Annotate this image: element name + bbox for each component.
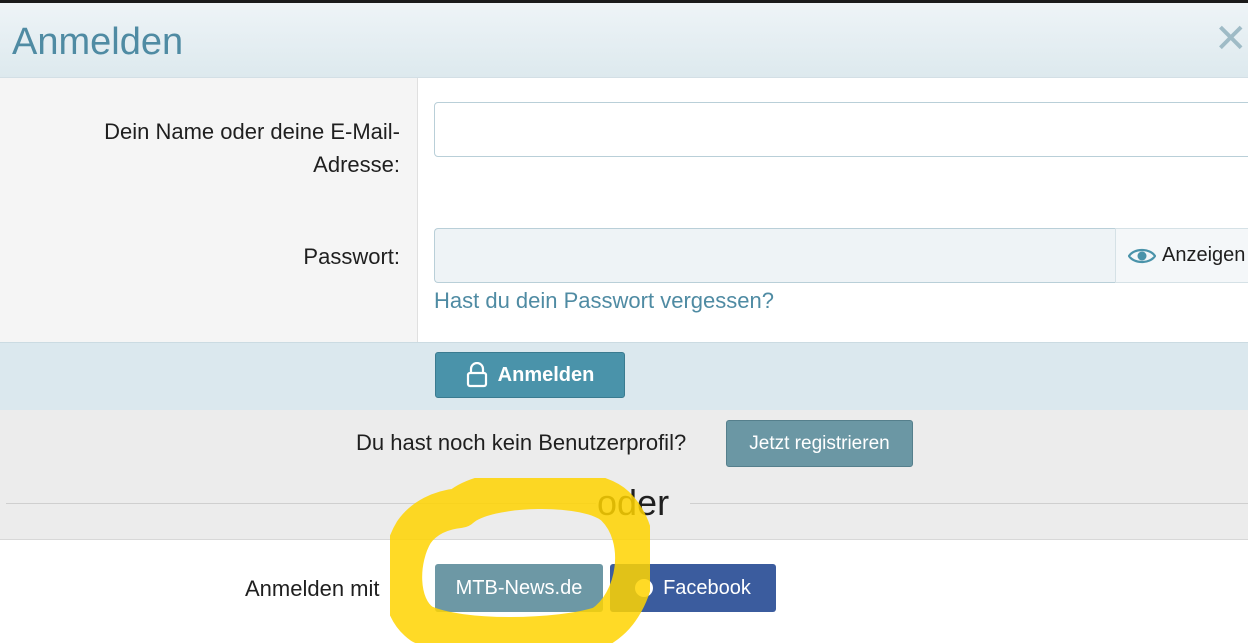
- facebook-login-label: Facebook: [663, 576, 751, 599]
- facebook-icon: [635, 579, 654, 597]
- show-password-button[interactable]: Anzeigen: [1115, 228, 1248, 283]
- password-input[interactable]: [434, 228, 1116, 283]
- separator-line-left: [6, 503, 596, 504]
- register-button[interactable]: Jetzt registrieren: [726, 420, 913, 467]
- name-email-input[interactable]: [434, 102, 1248, 157]
- name-email-label: Dein Name oder deine E-Mail-Adresse:: [104, 119, 400, 177]
- or-separator-text: oder: [597, 482, 670, 523]
- eye-icon: [1128, 248, 1156, 263]
- password-label: Passwort:: [303, 244, 400, 269]
- show-password-label: Anzeigen: [1162, 244, 1246, 266]
- separator-line-right: [690, 503, 1248, 504]
- login-with-label: Anmelden mit: [245, 576, 380, 601]
- facebook-login-button[interactable]: Facebook: [610, 564, 776, 612]
- dialog-title: Anmelden: [12, 21, 184, 63]
- lock-icon: [466, 362, 487, 388]
- login-button[interactable]: Anmelden: [435, 352, 625, 398]
- login-button-label: Anmelden: [497, 363, 595, 386]
- mtb-news-login-button[interactable]: MTB-News.de: [435, 564, 603, 612]
- forgot-password-link[interactable]: Hast du dein Passwort vergessen?: [434, 288, 774, 314]
- close-icon[interactable]: ✕: [1214, 19, 1248, 59]
- section-divider: [0, 539, 1248, 540]
- dialog-header: Anmelden ✕: [0, 3, 1248, 78]
- register-prompt: Du hast noch kein Benutzerprofil?: [356, 430, 687, 455]
